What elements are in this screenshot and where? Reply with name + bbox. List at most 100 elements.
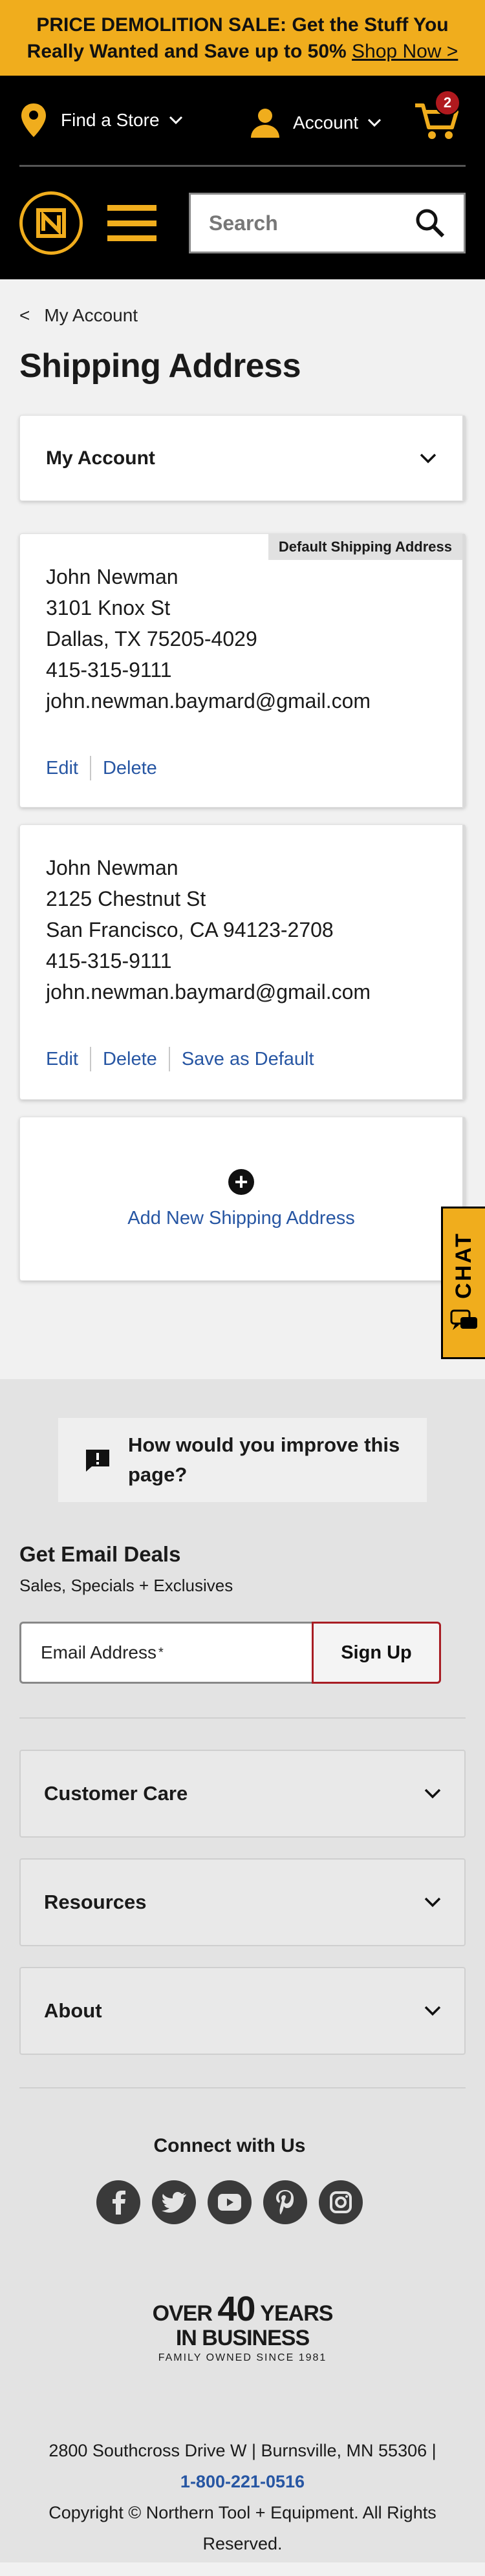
chevron-down-icon xyxy=(424,1897,441,1907)
shop-now-link[interactable]: Shop Now > xyxy=(352,41,458,62)
save-as-default-link[interactable]: Save as Default xyxy=(182,1044,314,1075)
address-name: John Newman xyxy=(46,565,178,588)
facebook-glyph xyxy=(113,2191,125,2215)
address-city: San Francisco, CA 94123-2708 xyxy=(46,918,334,941)
email-field[interactable]: Email Address * xyxy=(19,1622,312,1684)
search-icon[interactable] xyxy=(415,208,446,239)
email-label: Email Address xyxy=(41,1642,156,1662)
account-link[interactable]: Account xyxy=(249,108,382,138)
delete-address-link[interactable]: Delete xyxy=(103,753,157,784)
site-header: Find a Store Account 2 xyxy=(0,76,485,279)
phone-link[interactable]: 1-800-221-0516 xyxy=(180,2472,305,2491)
chevron-down-icon xyxy=(368,118,382,127)
chevron-down-icon xyxy=(169,116,182,125)
feedback-text: How would you improve this page? xyxy=(128,1433,400,1486)
years-line-3: FAMILY OWNED SINCE 1981 xyxy=(158,2352,327,2363)
social-links xyxy=(19,2180,466,2224)
section-label: Resources xyxy=(44,1891,147,1913)
years-over: OVER xyxy=(152,2301,218,2326)
footer-section-about[interactable]: About xyxy=(19,1967,466,2055)
years-word: YEARS xyxy=(255,2301,333,2326)
breadcrumb-label: My Account xyxy=(44,305,138,325)
connect-heading: Connect with Us xyxy=(153,2135,306,2156)
plus-icon: + xyxy=(228,1168,254,1195)
email-deals-subheading: Sales, Specials + Exclusives xyxy=(19,1576,233,1595)
section-label: Customer Care xyxy=(44,1782,188,1805)
logo-icon[interactable] xyxy=(19,191,83,255)
feedback-icon xyxy=(86,1450,109,1472)
breadcrumb-back-link[interactable]: < My Account xyxy=(19,305,466,326)
hamburger-icon[interactable] xyxy=(107,205,156,241)
page-title: Shipping Address xyxy=(19,347,301,385)
address-city: Dallas, TX 75205-4029 xyxy=(46,627,257,650)
add-address-label: Add New Shipping Address xyxy=(127,1207,355,1229)
my-account-dropdown[interactable]: My Account xyxy=(19,415,466,501)
main-content: < My Account Shipping Address My Account… xyxy=(0,305,485,1281)
edit-address-link[interactable]: Edit xyxy=(46,1044,78,1075)
company-address: 2800 Southcross Drive W | Burnsville, MN… xyxy=(48,2441,436,2460)
copyright: Copyright © Northern Tool + Equipment. A… xyxy=(48,2503,436,2553)
pinterest-glyph xyxy=(276,2190,294,2215)
logo-mark xyxy=(36,208,66,238)
footer-section-customer-care[interactable]: Customer Care xyxy=(19,1750,466,1838)
sign-up-button[interactable]: Sign Up xyxy=(312,1622,441,1684)
promo-banner[interactable]: PRICE DEMOLITION SALE: Get the Stuff You… xyxy=(0,0,485,76)
footer-contact: 2800 Southcross Drive W | Burnsville, MN… xyxy=(19,2435,466,2559)
youtube-glyph xyxy=(218,2194,241,2211)
address-card: John Newman 2125 Chestnut St San Francis… xyxy=(19,824,466,1100)
instagram-glyph xyxy=(330,2191,352,2213)
email-signup-form: Email Address * Sign Up xyxy=(19,1622,441,1684)
default-address-tag: Default Shipping Address xyxy=(268,534,462,560)
location-pin-icon xyxy=(21,103,46,137)
address-email: john.newman.baymard@gmail.com xyxy=(46,980,371,1004)
chevron-down-icon xyxy=(424,1788,441,1799)
edit-address-link[interactable]: Edit xyxy=(46,753,78,784)
twitter-glyph xyxy=(162,2192,186,2213)
action-divider xyxy=(168,1047,170,1071)
required-marker: * xyxy=(158,1645,164,1660)
chat-icon xyxy=(450,1309,477,1330)
address-card-default: Default Shipping Address John Newman 310… xyxy=(19,533,466,808)
chevron-down-icon xyxy=(420,453,436,463)
site-footer: How would you improve this page? Get Ema… xyxy=(0,1379,485,2562)
action-divider xyxy=(89,756,91,780)
address-email: john.newman.baymard@gmail.com xyxy=(46,689,371,713)
add-address-button[interactable]: + Add New Shipping Address xyxy=(19,1117,466,1281)
address-street: 3101 Knox St xyxy=(46,596,171,619)
years-line-1: OVER 40 YEARS xyxy=(19,2289,466,2329)
years-line-2: IN BUSINESS xyxy=(175,2326,310,2350)
years-in-business-badge: OVER 40 YEARS IN BUSINESS FAMILY OWNED S… xyxy=(19,2289,466,2364)
address-street: 2125 Chestnut St xyxy=(46,887,206,910)
find-store-link[interactable]: Find a Store xyxy=(19,102,183,138)
address-actions: Edit Delete Save as Default xyxy=(46,1044,436,1075)
youtube-icon[interactable] xyxy=(208,2180,252,2224)
my-account-label: My Account xyxy=(46,447,155,469)
address-phone: 415-315-9111 xyxy=(46,949,172,972)
person-icon xyxy=(251,109,279,138)
email-deals-heading: Get Email Deals xyxy=(19,1542,181,1566)
action-divider xyxy=(89,1047,91,1071)
years-number: 40 xyxy=(217,2290,255,2328)
footer-divider xyxy=(19,2087,466,2088)
chat-tab[interactable]: CHAT xyxy=(441,1207,485,1359)
pinterest-icon[interactable] xyxy=(263,2180,307,2224)
cart-count-badge: 2 xyxy=(435,90,460,116)
address-phone: 415-315-9111 xyxy=(46,658,172,682)
section-label: About xyxy=(44,1999,102,2022)
footer-section-resources[interactable]: Resources xyxy=(19,1858,466,1946)
delete-address-link[interactable]: Delete xyxy=(103,1044,157,1075)
chat-label: CHAT xyxy=(451,1232,476,1299)
address-actions: Edit Delete xyxy=(46,753,436,784)
facebook-icon[interactable] xyxy=(96,2180,140,2224)
footer-divider xyxy=(19,1717,466,1719)
address-name: John Newman xyxy=(46,856,178,879)
twitter-icon[interactable] xyxy=(152,2180,196,2224)
back-chevron-icon: < xyxy=(19,305,30,325)
feedback-prompt[interactable]: How would you improve this page? xyxy=(58,1418,427,1502)
chevron-down-icon xyxy=(424,2006,441,2016)
find-store-label: Find a Store xyxy=(61,110,160,130)
account-label: Account xyxy=(293,113,359,133)
search-box xyxy=(189,193,466,253)
instagram-icon[interactable] xyxy=(319,2180,363,2224)
search-input[interactable] xyxy=(209,211,403,235)
